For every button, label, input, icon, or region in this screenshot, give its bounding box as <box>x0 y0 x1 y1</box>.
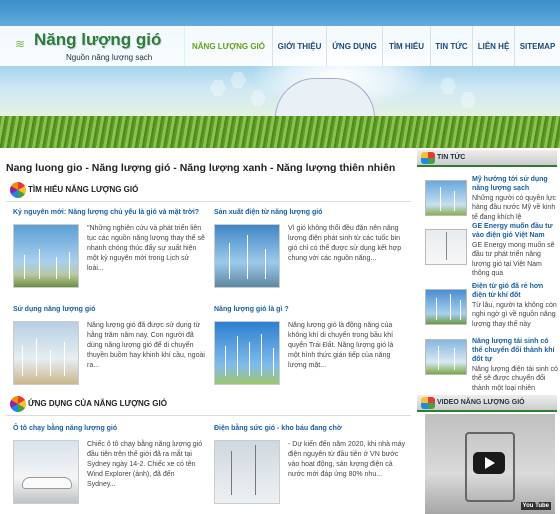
turbine-tower <box>247 235 248 279</box>
news-excerpt: Từ lâu, người ta không còn nghi ngờ gì v… <box>472 302 557 328</box>
turbine-tower <box>24 255 25 279</box>
article-title-link[interactable]: Sản xuất điện từ năng lượng gió <box>214 209 322 216</box>
turbine-tower <box>64 342 65 376</box>
leaf-icon <box>421 152 435 164</box>
flower-icon <box>10 396 26 412</box>
wind-icon: ≋ <box>15 37 26 51</box>
main-nav: NĂNG LƯỢNG GIÓ GIỚI THIỆU ỨNG DỤNG TÌM H… <box>185 26 560 66</box>
sidebar-title: TIN TỨC <box>437 154 466 161</box>
turbine-tower <box>229 243 230 279</box>
article-thumbnail[interactable] <box>13 224 79 288</box>
turbine-tower <box>454 191 455 211</box>
turbine-tower <box>450 294 451 320</box>
header-banner <box>0 0 560 148</box>
article-title-link[interactable]: Năng lượng gió là gì ? <box>214 306 289 313</box>
site-slogan: Nguồn năng lượng sạch <box>66 53 153 62</box>
turbine-tower <box>36 338 37 376</box>
news-title-link[interactable]: GE Energy muốn đầu tư vào điện gió Việt … <box>472 222 558 240</box>
article-excerpt: - Dự kiến đến năm 2020, khi nhà máy điện… <box>288 441 406 478</box>
turbine-tower <box>436 298 437 320</box>
hexagon-pattern <box>230 72 246 88</box>
article-excerpt: Chiếc ô tô chạy bằng năng lượng gió đầu … <box>87 441 203 488</box>
article-title-link[interactable]: Sử dụng năng lượng gió <box>13 306 95 313</box>
turbine-tower <box>237 336 238 376</box>
turbine-tower <box>454 348 455 370</box>
news-thumbnail[interactable] <box>425 180 467 216</box>
turbine-tower <box>231 451 232 495</box>
turbine-tower <box>225 346 226 376</box>
page-title: Nang luong gio - Năng lượng gió - Năng l… <box>6 162 396 174</box>
turbine-tower <box>438 346 439 370</box>
grass-illustration <box>0 116 560 148</box>
section-title: TÌM HIỂU NĂNG LƯỢNG GIÓ <box>28 185 139 194</box>
car-illustration <box>22 477 72 489</box>
turbine-tower <box>69 252 70 279</box>
section-title: ỨNG DỤNG CỦA NĂNG LƯỢNG GIÓ <box>28 399 167 408</box>
turbine-tower <box>50 350 51 376</box>
nav-item-gioi-thieu[interactable]: GIỚI THIỆU <box>273 26 327 66</box>
section-heading-tim-hieu: TÌM HIỂU NĂNG LƯỢNG GIÓ <box>6 180 411 202</box>
turbine-tower <box>261 334 262 376</box>
article-thumbnail[interactable] <box>214 321 280 385</box>
article-thumbnail[interactable] <box>13 440 79 504</box>
site-logo-title[interactable]: Năng lượng gió <box>34 30 161 50</box>
turbine-tower <box>273 348 274 376</box>
nav-item-nang-luong-gio[interactable]: NĂNG LƯỢNG GIÓ <box>185 26 273 66</box>
turbine-tower <box>265 249 266 279</box>
news-thumbnail[interactable] <box>425 289 467 325</box>
news-title-link[interactable]: Mỹ hướng tới sử dụng năng lượng sạch <box>472 175 558 193</box>
article-title-link[interactable]: Điện bằng sức gió - kho báu đang chờ <box>214 425 342 432</box>
news-excerpt: Những người có quyền lực hàng đầu nước M… <box>472 195 557 221</box>
turbine-tower <box>446 232 447 260</box>
leaf-icon <box>421 397 435 409</box>
hexagon-pattern <box>210 80 226 96</box>
video-player[interactable]: You Tube <box>425 414 555 514</box>
nav-item-tin-tuc[interactable]: TIN TỨC <box>431 26 473 66</box>
sidebar-heading-news: TIN TỨC <box>417 150 557 167</box>
nav-item-tim-hieu[interactable]: TÌM HIỂU <box>383 26 431 66</box>
youtube-badge[interactable]: You Tube <box>520 502 551 510</box>
play-icon[interactable] <box>473 452 505 474</box>
news-thumbnail[interactable] <box>425 339 467 375</box>
news-title-link[interactable]: Năng lượng tái sinh có thể chuyển đổi th… <box>472 337 558 364</box>
hexagon-pattern <box>440 78 456 94</box>
turbine-tower <box>460 300 461 320</box>
news-thumbnail[interactable] <box>425 229 467 265</box>
article-title-link[interactable]: Kỷ nguyên mới: Năng lượng chủ yếu là gió… <box>13 209 199 216</box>
turbine-tower <box>56 257 57 279</box>
article-title-link[interactable]: Ô tô chạy bằng năng lượng gió <box>13 425 117 432</box>
article-thumbnail[interactable] <box>214 440 280 504</box>
news-title-link[interactable]: Điện từ gió đã rẻ hơn điện từ khí đốt <box>472 282 558 300</box>
turbine-tower <box>440 187 441 211</box>
article-excerpt: Năng lượng gió là động năng của không kh… <box>288 322 394 369</box>
sidebar-title: VIDEO NĂNG LƯỢNG GIÓ <box>437 399 525 406</box>
article-excerpt: "Những nghiên cứu và phát triển liên tục… <box>87 225 205 272</box>
nav-item-lien-he[interactable]: LIÊN HỆ <box>473 26 515 66</box>
turbine-tower <box>255 445 256 495</box>
article-excerpt: Vì gió không thổi đều đặn nên năng lượng… <box>288 225 402 262</box>
sidebar-heading-video: VIDEO NĂNG LƯỢNG GIÓ <box>417 395 557 412</box>
flower-icon <box>10 182 26 198</box>
news-excerpt: GE Energy mong muốn sẽ đầu tư phát triển… <box>472 242 555 277</box>
article-thumbnail[interactable] <box>214 224 280 288</box>
nav-item-sitemap[interactable]: SITEMAP <box>515 26 560 66</box>
news-excerpt: Năng lượng điện tái sinh có thể sẽ được … <box>472 366 558 392</box>
article-thumbnail[interactable] <box>13 321 79 385</box>
turbine-tower <box>39 249 40 279</box>
article-excerpt: Năng lượng gió đã được sử dụng từ hằng t… <box>87 322 205 369</box>
hexagon-pattern <box>460 92 476 108</box>
turbine-tower <box>22 346 23 376</box>
nav-item-ung-dung[interactable]: ỨNG DỤNG <box>327 26 383 66</box>
turbine-tower <box>249 342 250 376</box>
section-heading-ung-dung: ỨNG DỤNG CỦA NĂNG LƯỢNG GIÓ <box>6 394 411 416</box>
